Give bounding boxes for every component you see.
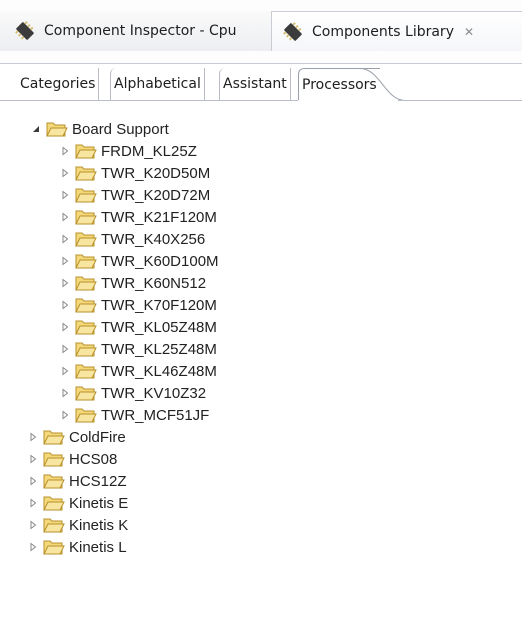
collapsed-arrow-icon[interactable]: [57, 162, 73, 184]
tree-item-label: TWR_K60N512: [101, 274, 207, 292]
collapsed-arrow-icon[interactable]: [57, 206, 73, 228]
folder-open-icon: [75, 144, 97, 159]
tree-item-twr-kl46z48m[interactable]: TWR_KL46Z48M: [0, 360, 522, 382]
tree-item-twr-k60n512[interactable]: TWR_K60N512: [0, 272, 522, 294]
folder-open-icon: [75, 386, 97, 401]
folder-open-icon: [46, 122, 68, 137]
tab-component-inspector-label: Component Inspector - Cpu: [44, 23, 237, 39]
collapsed-arrow-icon[interactable]: [25, 448, 41, 470]
folder-open-icon: [75, 298, 97, 313]
folder-open-icon: [75, 254, 97, 269]
tree-item-hcs12z[interactable]: HCS12Z: [0, 470, 522, 492]
chip-icon: [15, 21, 34, 40]
tab-component-inspector[interactable]: Component Inspector - Cpu: [0, 11, 272, 51]
tree-item-label: TWR_KL46Z48M: [101, 362, 217, 380]
tree-item-twr-kl25z48m[interactable]: TWR_KL25Z48M: [0, 338, 522, 360]
collapsed-arrow-icon[interactable]: [57, 294, 73, 316]
tree-item-label: HCS12Z: [69, 472, 127, 490]
collapsed-arrow-icon[interactable]: [57, 404, 73, 426]
tree-item-kinetis-k[interactable]: Kinetis K: [0, 514, 522, 536]
tab-categories[interactable]: Categories: [17, 68, 100, 100]
view-tab-bar: Component Inspector - Cpu Components Lib…: [0, 0, 522, 64]
tab-components-library[interactable]: Components Library ✕: [272, 11, 522, 51]
close-icon[interactable]: ✕: [464, 25, 474, 39]
collapsed-arrow-icon[interactable]: [57, 272, 73, 294]
tree-item-twr-k40x256[interactable]: TWR_K40X256: [0, 228, 522, 250]
tree-item-coldfire[interactable]: ColdFire: [0, 426, 522, 448]
chip-icon: [283, 21, 302, 41]
tree-item-twr-k21f120m[interactable]: TWR_K21F120M: [0, 206, 522, 228]
tree-item-twr-kv10z32[interactable]: TWR_KV10Z32: [0, 382, 522, 404]
tab-curve: [360, 68, 420, 101]
tree-item-label: TWR_KL25Z48M: [101, 340, 217, 358]
tree-item-label: ColdFire: [69, 428, 126, 446]
tree-item-hcs08[interactable]: HCS08: [0, 448, 522, 470]
tree-item-label: TWR_K20D72M: [101, 186, 211, 204]
folder-open-icon: [43, 474, 65, 489]
tree-item-twr-k60d100m[interactable]: TWR_K60D100M: [0, 250, 522, 272]
tree-item-label: TWR_KL05Z48M: [101, 318, 217, 336]
tree-item-kinetis-l[interactable]: Kinetis L: [0, 536, 522, 558]
collapsed-arrow-icon[interactable]: [57, 360, 73, 382]
folder-open-icon: [43, 518, 65, 533]
tab-assistant[interactable]: Assistant: [219, 68, 291, 100]
tree-item-label: Kinetis K: [69, 516, 129, 534]
tree-item-label: TWR_K70F120M: [101, 296, 217, 314]
folder-open-icon: [43, 496, 65, 511]
folder-open-icon: [75, 276, 97, 291]
tree-item-frdm-kl25z[interactable]: FRDM_KL25Z: [0, 140, 522, 162]
expanded-arrow-icon[interactable]: [28, 118, 44, 140]
tab-components-library-label: Components Library: [312, 23, 454, 40]
tree-item-kinetis-e[interactable]: Kinetis E: [0, 492, 522, 514]
tree-children: FRDM_KL25Z TWR_K20D50M TWR_K20D72M TWR_K…: [0, 140, 522, 426]
folder-open-icon: [43, 430, 65, 445]
collapsed-arrow-icon[interactable]: [57, 338, 73, 360]
collapsed-arrow-icon[interactable]: [57, 184, 73, 206]
folder-open-icon: [75, 342, 97, 357]
tree-item-label: TWR_K40X256: [101, 230, 206, 248]
tree-item-board-support[interactable]: Board Support: [0, 118, 522, 140]
tree-item-label: TWR_K21F120M: [101, 208, 217, 226]
tree-item-label: FRDM_KL25Z: [101, 142, 197, 160]
collapsed-arrow-icon[interactable]: [25, 536, 41, 558]
tree-siblings: ColdFire HCS08 HCS12Z Kinetis E Kinetis …: [0, 426, 522, 558]
tree-item-twr-k20d72m[interactable]: TWR_K20D72M: [0, 184, 522, 206]
tree-item-twr-k70f120m[interactable]: TWR_K70F120M: [0, 294, 522, 316]
component-tree: Board Support FRDM_KL25Z TWR_K20D50M TWR…: [0, 118, 522, 558]
folder-open-icon: [43, 452, 65, 467]
tab-alphabetical[interactable]: Alphabetical: [110, 68, 205, 100]
tree-item-label: TWR_K20D50M: [101, 164, 211, 182]
collapsed-arrow-icon[interactable]: [57, 228, 73, 250]
folder-open-icon: [75, 232, 97, 247]
tree-item-label: TWR_K60D100M: [101, 252, 219, 270]
tree-item-twr-kl05z48m[interactable]: TWR_KL05Z48M: [0, 316, 522, 338]
tree-item-label: TWR_KV10Z32: [101, 384, 207, 402]
tree-item-label: Kinetis L: [69, 538, 127, 556]
tree-item-label: Kinetis E: [69, 494, 129, 512]
tree-item-label: HCS08: [69, 450, 118, 468]
collapsed-arrow-icon[interactable]: [57, 250, 73, 272]
sub-tab-bar: Categories Alphabetical Assistant Proces…: [0, 64, 522, 108]
folder-open-icon: [75, 364, 97, 379]
folder-open-icon: [75, 320, 97, 335]
folder-open-icon: [75, 210, 97, 225]
folder-open-icon: [75, 166, 97, 181]
tree-item-label: TWR_MCF51JF: [101, 406, 210, 424]
collapsed-arrow-icon[interactable]: [57, 382, 73, 404]
collapsed-arrow-icon[interactable]: [25, 426, 41, 448]
tree-item-label: Board Support: [72, 120, 169, 138]
collapsed-arrow-icon[interactable]: [25, 470, 41, 492]
folder-open-icon: [43, 540, 65, 555]
folder-open-icon: [75, 408, 97, 423]
collapsed-arrow-icon[interactable]: [57, 140, 73, 162]
folder-open-icon: [75, 188, 97, 203]
divider: [0, 100, 298, 101]
tree-item-twr-k20d50m[interactable]: TWR_K20D50M: [0, 162, 522, 184]
collapsed-arrow-icon[interactable]: [57, 316, 73, 338]
tree-item-twr-mcf51jf[interactable]: TWR_MCF51JF: [0, 404, 522, 426]
collapsed-arrow-icon[interactable]: [25, 514, 41, 536]
divider: [398, 100, 522, 101]
collapsed-arrow-icon[interactable]: [25, 492, 41, 514]
